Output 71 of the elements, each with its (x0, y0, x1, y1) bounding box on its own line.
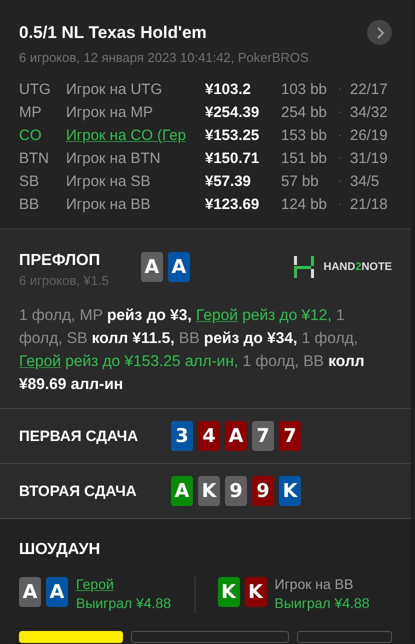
playing-card: A (19, 577, 41, 607)
player-position: BTN (19, 149, 50, 168)
player-position: CO (19, 126, 42, 145)
player-big-blinds: 57 bb (281, 172, 320, 191)
playing-card: 3 (171, 421, 193, 451)
player-big-blinds: 103 bb (281, 80, 328, 99)
separator-dot: · (338, 106, 342, 120)
playing-card: K (218, 577, 240, 607)
win-amount: Выиграл ¥4.88 (274, 594, 370, 613)
player-name: Игрок на SB (66, 172, 152, 191)
player-big-blinds: 153 bb (281, 126, 328, 145)
playing-card: 9 (252, 476, 274, 506)
player-name: Игрок на UTG (66, 80, 164, 99)
hero-link[interactable]: Герой (19, 353, 61, 370)
playing-card: A (140, 252, 163, 282)
player-stack: ¥254.39 (205, 103, 260, 122)
player-stats: 34/32 (350, 103, 389, 122)
playing-card: 7 (252, 421, 274, 451)
player-big-blinds: 254 bb (281, 103, 328, 122)
board-title: ВТОРАЯ СДАЧА (19, 482, 138, 500)
playing-card: 4 (198, 421, 220, 451)
player-stats: 21/18 (350, 195, 389, 214)
player-stack: ¥57.39 (205, 172, 252, 191)
outline-button[interactable] (297, 631, 392, 643)
player-stack: ¥150.71 (205, 149, 260, 168)
playing-card: A (46, 577, 68, 607)
player-position: SB (19, 172, 40, 191)
player-stats: 34/5 (350, 172, 380, 191)
playing-card: A (171, 476, 193, 506)
player-stack: ¥153.25 (205, 126, 260, 145)
win-amount: Выиграл ¥4.88 (76, 594, 171, 613)
player-position: MP (19, 103, 42, 122)
player-stats: 26/19 (350, 126, 389, 145)
player-big-blinds: 124 bb (281, 195, 328, 214)
player-stats: 22/17 (350, 80, 389, 99)
playing-card: A (168, 252, 190, 282)
street-title: ПРЕФЛОП (19, 252, 102, 270)
board-title: ПЕРВАЯ СДАЧА (19, 428, 140, 444)
player-name: Игрок на BB (274, 575, 354, 594)
logo-text: HAND2NOTE (324, 261, 392, 273)
playing-card: 7 (279, 421, 301, 451)
separator-dot: · (338, 198, 342, 212)
chevron-right-icon (374, 26, 384, 38)
logo-icon (294, 256, 314, 278)
separator-dot: · (338, 83, 342, 97)
hero-link[interactable]: Герой (196, 307, 238, 324)
separator-dot: · (338, 129, 342, 143)
playing-card: K (198, 476, 220, 506)
player-name: Игрок на BTN (66, 149, 162, 168)
player-stack: ¥123.69 (205, 195, 260, 214)
hand-subtitle: 6 игроков, 12 января 2023 10:41:42, PokerBROS (19, 50, 310, 65)
player-link[interactable]: Игрок на CO (Гер (66, 126, 205, 145)
separator-dot: · (338, 175, 342, 189)
player-position: UTG (19, 80, 52, 99)
player-big-blinds: 151 bb (281, 149, 328, 168)
next-button[interactable] (367, 20, 392, 45)
section-title: ШОУДАУН (19, 541, 102, 559)
outline-button[interactable] (130, 631, 290, 643)
hand-title: 0.5/1 NL Texas Hold'em (19, 22, 207, 42)
playing-card: 9 (225, 476, 247, 506)
player-stack: ¥103.2 (205, 80, 252, 99)
playing-card: K (279, 476, 301, 506)
playing-card: A (225, 421, 247, 451)
playing-card: K (244, 577, 266, 607)
player-name: Игрок на BB (66, 195, 152, 214)
player-name: Игрок на MP (66, 103, 154, 122)
player-link[interactable]: Герой (76, 575, 171, 594)
player-stats: 31/19 (350, 149, 389, 168)
player-position: BB (19, 195, 40, 214)
action-text: 1 фолд, MP рейз до ¥3, Герой рейз до ¥12, 1 фолд, SB колл ¥11.5, BB рейз до ¥34, 1 фолд, Герой рейз до ¥153.25 алл-ин, 1 фолд, BB колл ¥89.69 алл-ин (19, 306, 366, 395)
separator-dot: · (338, 152, 342, 166)
